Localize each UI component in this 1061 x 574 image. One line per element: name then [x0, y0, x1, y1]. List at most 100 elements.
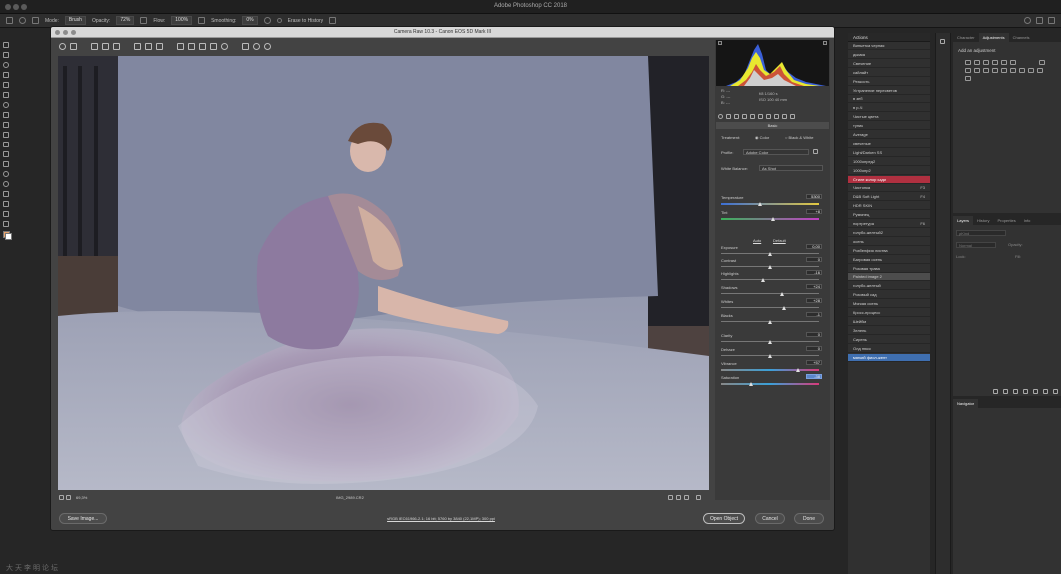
move-tool-icon[interactable]: [3, 42, 9, 48]
levels-icon[interactable]: [974, 60, 980, 65]
slider-handle-3[interactable]: [768, 265, 772, 269]
slider-handle-4[interactable]: [761, 278, 766, 282]
slider-handle-7[interactable]: [768, 320, 772, 324]
eyedropper-tool-icon[interactable]: [3, 101, 9, 108]
gradient-adjust-icon[interactable]: [1010, 60, 1016, 65]
quick-select-tool-icon[interactable]: [3, 71, 9, 78]
mode-select[interactable]: Brush: [64, 16, 86, 25]
slider-handle-8[interactable]: [768, 340, 772, 344]
slider-track-10[interactable]: [721, 369, 819, 371]
slider-handle-1[interactable]: [770, 217, 775, 221]
slider-track-0[interactable]: [721, 203, 819, 205]
marquee-tool-icon[interactable]: [3, 51, 9, 58]
detail-tab-icon[interactable]: [734, 113, 739, 119]
new-adjustment-icon[interactable]: [1023, 389, 1028, 394]
slider-handle-10[interactable]: [796, 368, 801, 372]
black-white-icon[interactable]: [974, 68, 980, 73]
action-item[interactable]: мягкий фиол-желт: [848, 353, 930, 362]
action-item[interactable]: Average: [848, 131, 930, 139]
action-item[interactable]: голубо-желтый2: [848, 229, 930, 237]
red-eye-tool-icon[interactable]: [188, 42, 195, 50]
brush-preset-icon[interactable]: [19, 17, 26, 24]
trash-icon[interactable]: [1053, 389, 1058, 394]
new-layer-icon[interactable]: [1043, 389, 1048, 394]
action-item[interactable]: Сирень: [848, 336, 930, 344]
straighten-tool-icon[interactable]: [145, 42, 152, 50]
history-brush-tool-icon[interactable]: [3, 141, 9, 148]
crop-tool-icon[interactable]: [3, 81, 9, 88]
action-item[interactable]: Розовая трава: [848, 265, 930, 273]
targeted-adjustment-tool-icon[interactable]: [113, 42, 120, 50]
action-item[interactable]: Резкость: [848, 78, 930, 86]
slider-handle-11[interactable]: [749, 382, 754, 386]
treatment-color-radio[interactable]: ◉ Color: [755, 135, 769, 140]
tab-layers[interactable]: Layers: [953, 216, 974, 225]
slider-handle-9[interactable]: [768, 354, 772, 358]
slider-track-4[interactable]: [721, 279, 819, 280]
action-item[interactable]: Стиле колор ьзди: [848, 175, 930, 184]
pen-tool-icon[interactable]: [3, 191, 9, 198]
vibrance-icon[interactable]: [1001, 60, 1007, 65]
exposure-icon[interactable]: [992, 60, 998, 65]
tone-curve-tab-icon[interactable]: [726, 113, 731, 119]
action-item[interactable]: Чистопка F3: [848, 184, 930, 193]
slider-handle-0[interactable]: [758, 202, 763, 206]
adjustment-brush-tool-icon[interactable]: [199, 42, 206, 50]
action-item[interactable]: Шейбм: [848, 318, 930, 326]
white-balance-tool-icon[interactable]: [91, 42, 98, 50]
gear-icon[interactable]: [263, 17, 271, 24]
white-balance-select[interactable]: As Shot: [759, 165, 823, 171]
profile-browser-icon[interactable]: [813, 149, 818, 154]
tab-channels[interactable]: Channels: [1009, 33, 1034, 42]
curves-icon[interactable]: [983, 60, 989, 65]
preview-settings-icon[interactable]: [696, 495, 701, 500]
color-sampler-tool-icon[interactable]: [102, 42, 109, 50]
blend-mode-select[interactable]: Normal: [956, 242, 996, 248]
default-link[interactable]: Default: [773, 238, 786, 243]
slider-value-11[interactable]: -38: [806, 374, 822, 379]
slider-track-5[interactable]: [721, 293, 819, 294]
action-item[interactable]: D&B Soft Light F4: [848, 193, 930, 202]
workspace-icon[interactable]: [1036, 17, 1043, 24]
photo-filter-icon[interactable]: [983, 68, 989, 73]
slider-value-2[interactable]: 0,00: [806, 244, 822, 249]
color-balance-icon[interactable]: [965, 68, 971, 73]
spot-removal-tool-icon[interactable]: [177, 42, 184, 50]
lens-tab-icon[interactable]: [758, 113, 763, 119]
pressure-size-icon[interactable]: [329, 17, 337, 24]
treatment-bw-radio[interactable]: ○ Black & White: [785, 135, 813, 140]
slider-value-5[interactable]: +24: [806, 284, 822, 289]
slider-value-3[interactable]: 0: [806, 257, 822, 262]
slider-value-8[interactable]: 0: [806, 332, 822, 337]
rotate-right-icon[interactable]: [264, 42, 271, 50]
action-item[interactable]: Light/Darken SS: [848, 149, 930, 157]
action-item[interactable]: Розовый сад: [848, 291, 930, 300]
tab-history[interactable]: History: [973, 216, 993, 225]
blur-tool-icon[interactable]: [3, 171, 9, 178]
image-preview[interactable]: [58, 56, 709, 490]
done-button[interactable]: Done: [794, 513, 824, 524]
basic-tab-icon[interactable]: [718, 113, 723, 119]
snapshots-tab-icon[interactable]: [790, 113, 795, 119]
tab-character[interactable]: Character: [953, 33, 979, 42]
airbrush-icon[interactable]: [198, 17, 206, 24]
transform-tool-icon[interactable]: [156, 42, 163, 50]
type-tool-icon[interactable]: [3, 201, 9, 208]
action-item[interactable]: Зелень: [848, 327, 930, 335]
search-icon[interactable]: [1024, 17, 1031, 24]
share-icon[interactable]: [1048, 17, 1055, 24]
zoom-level-select[interactable]: 69,3%: [76, 495, 87, 500]
slider-value-7[interactable]: -1: [806, 312, 822, 317]
slider-handle-2[interactable]: [768, 252, 772, 256]
actions-panel-header[interactable]: Actions: [848, 33, 930, 42]
smoothing-input[interactable]: 0%: [242, 16, 258, 25]
action-item[interactable]: свеченые: [848, 140, 930, 148]
gradient-tool-icon[interactable]: [3, 161, 9, 168]
action-item[interactable]: сайлайт: [848, 69, 930, 77]
action-item[interactable]: Виньетка черная: [848, 42, 930, 50]
path-select-tool-icon[interactable]: [3, 211, 9, 218]
open-object-button[interactable]: Open Object: [703, 513, 745, 524]
slider-value-10[interactable]: +57: [806, 360, 822, 365]
frame-tool-icon[interactable]: [3, 91, 9, 98]
action-item[interactable]: Устранение пересветов: [848, 87, 930, 95]
